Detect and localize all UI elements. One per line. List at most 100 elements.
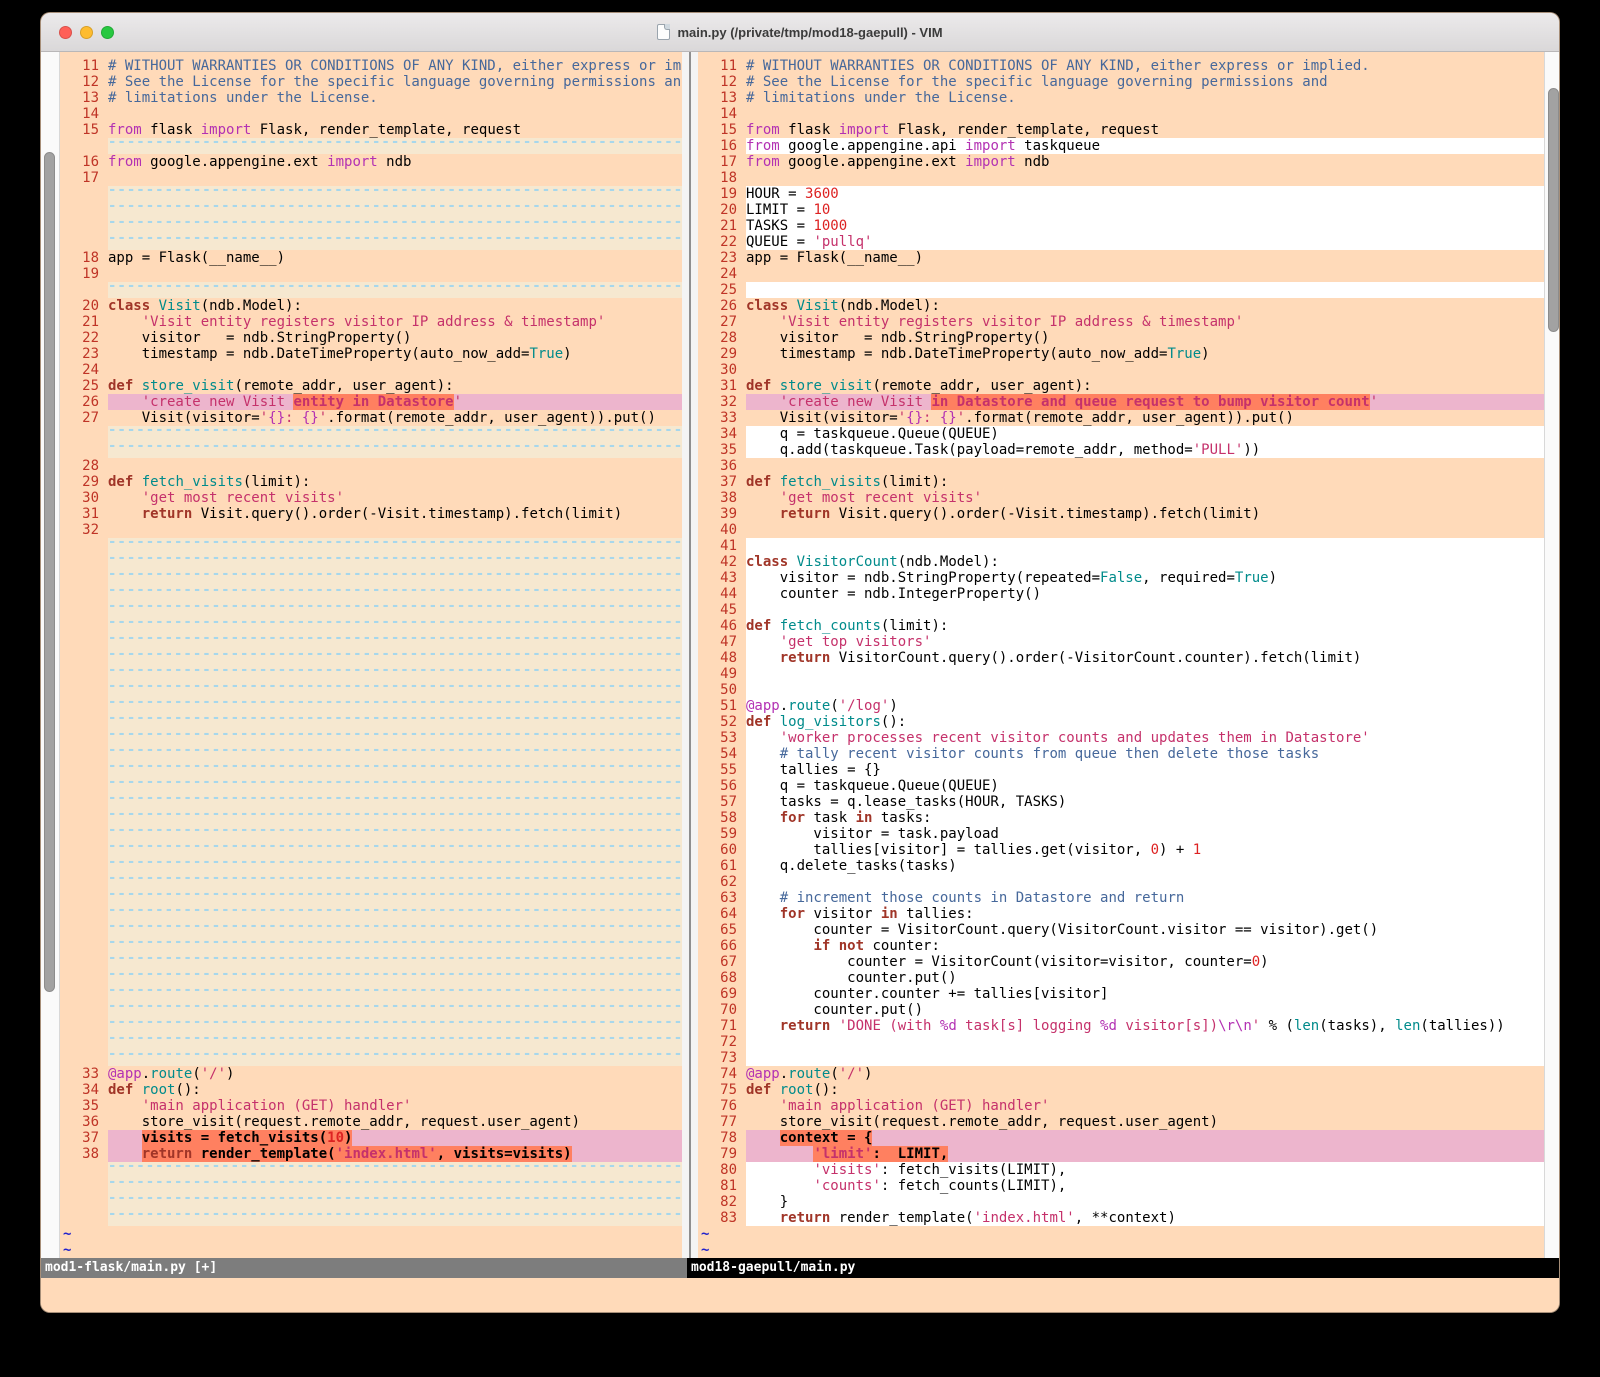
filler-dashes: ----------------------------------------… — [108, 650, 682, 666]
diff-filler-line: ----------------------------------------… — [60, 282, 682, 298]
diff-filler-line: ----------------------------------------… — [60, 714, 682, 730]
command-line[interactable] — [41, 1278, 1559, 1312]
line-number: 71 — [698, 1018, 746, 1034]
code-text: q = taskqueue.Queue(QUEUE) — [746, 778, 1544, 794]
left-editor-pane[interactable]: 11# WITHOUT WARRANTIES OR CONDITIONS OF … — [60, 52, 682, 1258]
line-number: 13 — [698, 90, 746, 106]
code-line: 23app = Flask(__name__) — [698, 250, 1544, 266]
code-text — [746, 106, 1544, 122]
code-text — [746, 874, 1544, 890]
filler-dashes: ----------------------------------------… — [108, 618, 682, 634]
empty-buffer-line: ~ — [698, 1226, 1544, 1242]
code-line: 13# limitations under the License. — [698, 90, 1544, 106]
diff-filler-line: ----------------------------------------… — [60, 618, 682, 634]
code-line: 72 — [698, 1034, 1544, 1050]
code-text: counter = ndb.IntegerProperty() — [746, 586, 1544, 602]
diff-content: 11# WITHOUT WARRANTIES OR CONDITIONS OF … — [41, 52, 1559, 1258]
code-line: 18app = Flask(__name__) — [60, 250, 682, 266]
code-line: 31 return Visit.query().order(-Visit.tim… — [60, 506, 682, 522]
line-number: 13 — [60, 90, 108, 106]
filler-dashes: ----------------------------------------… — [108, 714, 682, 730]
code-line: 54 # tally recent visitor counts from qu… — [698, 746, 1544, 762]
line-number: 12 — [60, 74, 108, 90]
empty-buffer-line: ~ — [698, 1242, 1544, 1258]
code-line: 16from google.appengine.api import taskq… — [698, 138, 1544, 154]
split-divider[interactable] — [682, 52, 698, 1258]
code-line: 20LIMIT = 10 — [698, 202, 1544, 218]
code-text — [108, 458, 682, 474]
line-number: 65 — [698, 922, 746, 938]
right-scrollbar-thumb[interactable] — [1548, 88, 1559, 332]
line-number — [60, 1162, 108, 1178]
line-number: 17 — [60, 170, 108, 186]
code-line: 28 — [60, 458, 682, 474]
close-button[interactable] — [59, 26, 72, 39]
code-text: # WITHOUT WARRANTIES OR CONDITIONS OF AN… — [108, 58, 682, 74]
code-line: 43 visitor = ndb.StringProperty(repeated… — [698, 570, 1544, 586]
code-text: 'main application (GET) handler' — [108, 1098, 682, 1114]
line-number: 25 — [60, 378, 108, 394]
title-bar[interactable]: main.py (/private/tmp/mod18-gaepull) - V… — [41, 13, 1559, 52]
code-text: # limitations under the License. — [746, 90, 1544, 106]
diff-filler-line: ----------------------------------------… — [60, 186, 682, 202]
line-number: 60 — [698, 842, 746, 858]
code-text: Visit(visitor='{}: {}'.format(remote_add… — [108, 410, 682, 426]
code-line: 53 'worker processes recent visitor coun… — [698, 730, 1544, 746]
code-text — [746, 266, 1544, 282]
code-line: 52def log_visitors(): — [698, 714, 1544, 730]
minimize-button[interactable] — [80, 26, 93, 39]
code-text — [108, 522, 682, 538]
filler-dashes: ----------------------------------------… — [108, 218, 682, 234]
line-number: 68 — [698, 970, 746, 986]
line-number: 69 — [698, 986, 746, 1002]
right-editor-pane[interactable]: 11# WITHOUT WARRANTIES OR CONDITIONS OF … — [698, 52, 1544, 1258]
code-text: return render_template('index.html', vis… — [108, 1146, 682, 1162]
line-number: 16 — [60, 154, 108, 170]
code-line: 12# See the License for the specific lan… — [698, 74, 1544, 90]
code-text: return Visit.query().order(-Visit.timest… — [746, 506, 1544, 522]
zoom-button[interactable] — [101, 26, 114, 39]
code-line: 24 — [698, 266, 1544, 282]
filler-dashes: ----------------------------------------… — [108, 1050, 682, 1066]
code-line: 14 — [698, 106, 1544, 122]
code-text: 'get most recent visits' — [746, 490, 1544, 506]
code-text: visitor = ndb.StringProperty(repeated=Fa… — [746, 570, 1544, 586]
line-number — [60, 842, 108, 858]
code-text: @app.route('/') — [108, 1066, 682, 1082]
empty-buffer-line: ~ — [60, 1242, 682, 1258]
code-line: 83 return render_template('index.html', … — [698, 1210, 1544, 1226]
diff-filler-line: ----------------------------------------… — [60, 586, 682, 602]
left-scrollbar[interactable] — [41, 52, 60, 1258]
code-line: 82 } — [698, 1194, 1544, 1210]
code-text: 'main application (GET) handler' — [746, 1098, 1544, 1114]
line-number: 80 — [698, 1162, 746, 1178]
left-scrollbar-thumb[interactable] — [44, 152, 55, 992]
line-number: 20 — [698, 202, 746, 218]
filler-dashes: ----------------------------------------… — [108, 570, 682, 586]
code-text: tallies = {} — [746, 762, 1544, 778]
line-number: 29 — [60, 474, 108, 490]
traffic-lights — [59, 13, 114, 51]
line-number — [60, 602, 108, 618]
code-text: return VisitorCount.query().order(-Visit… — [746, 650, 1544, 666]
line-number: 16 — [698, 138, 746, 154]
line-number: 21 — [698, 218, 746, 234]
code-text: visitor = ndb.StringProperty() — [746, 330, 1544, 346]
document-proxy-icon[interactable] — [657, 24, 670, 40]
code-text: class Visit(ndb.Model): — [108, 298, 682, 314]
line-number: 14 — [60, 106, 108, 122]
code-line: 68 counter.put() — [698, 970, 1544, 986]
code-line: 36 — [698, 458, 1544, 474]
line-number — [60, 778, 108, 794]
right-scrollbar[interactable] — [1544, 52, 1560, 1258]
line-number — [60, 746, 108, 762]
line-number: 24 — [60, 362, 108, 378]
code-line: 74@app.route('/') — [698, 1066, 1544, 1082]
line-number: 78 — [698, 1130, 746, 1146]
line-number — [60, 554, 108, 570]
code-line: 27 Visit(visitor='{}: {}'.format(remote_… — [60, 410, 682, 426]
line-number: 67 — [698, 954, 746, 970]
line-number — [60, 442, 108, 458]
diff-filler-line: ----------------------------------------… — [60, 666, 682, 682]
line-number — [60, 570, 108, 586]
